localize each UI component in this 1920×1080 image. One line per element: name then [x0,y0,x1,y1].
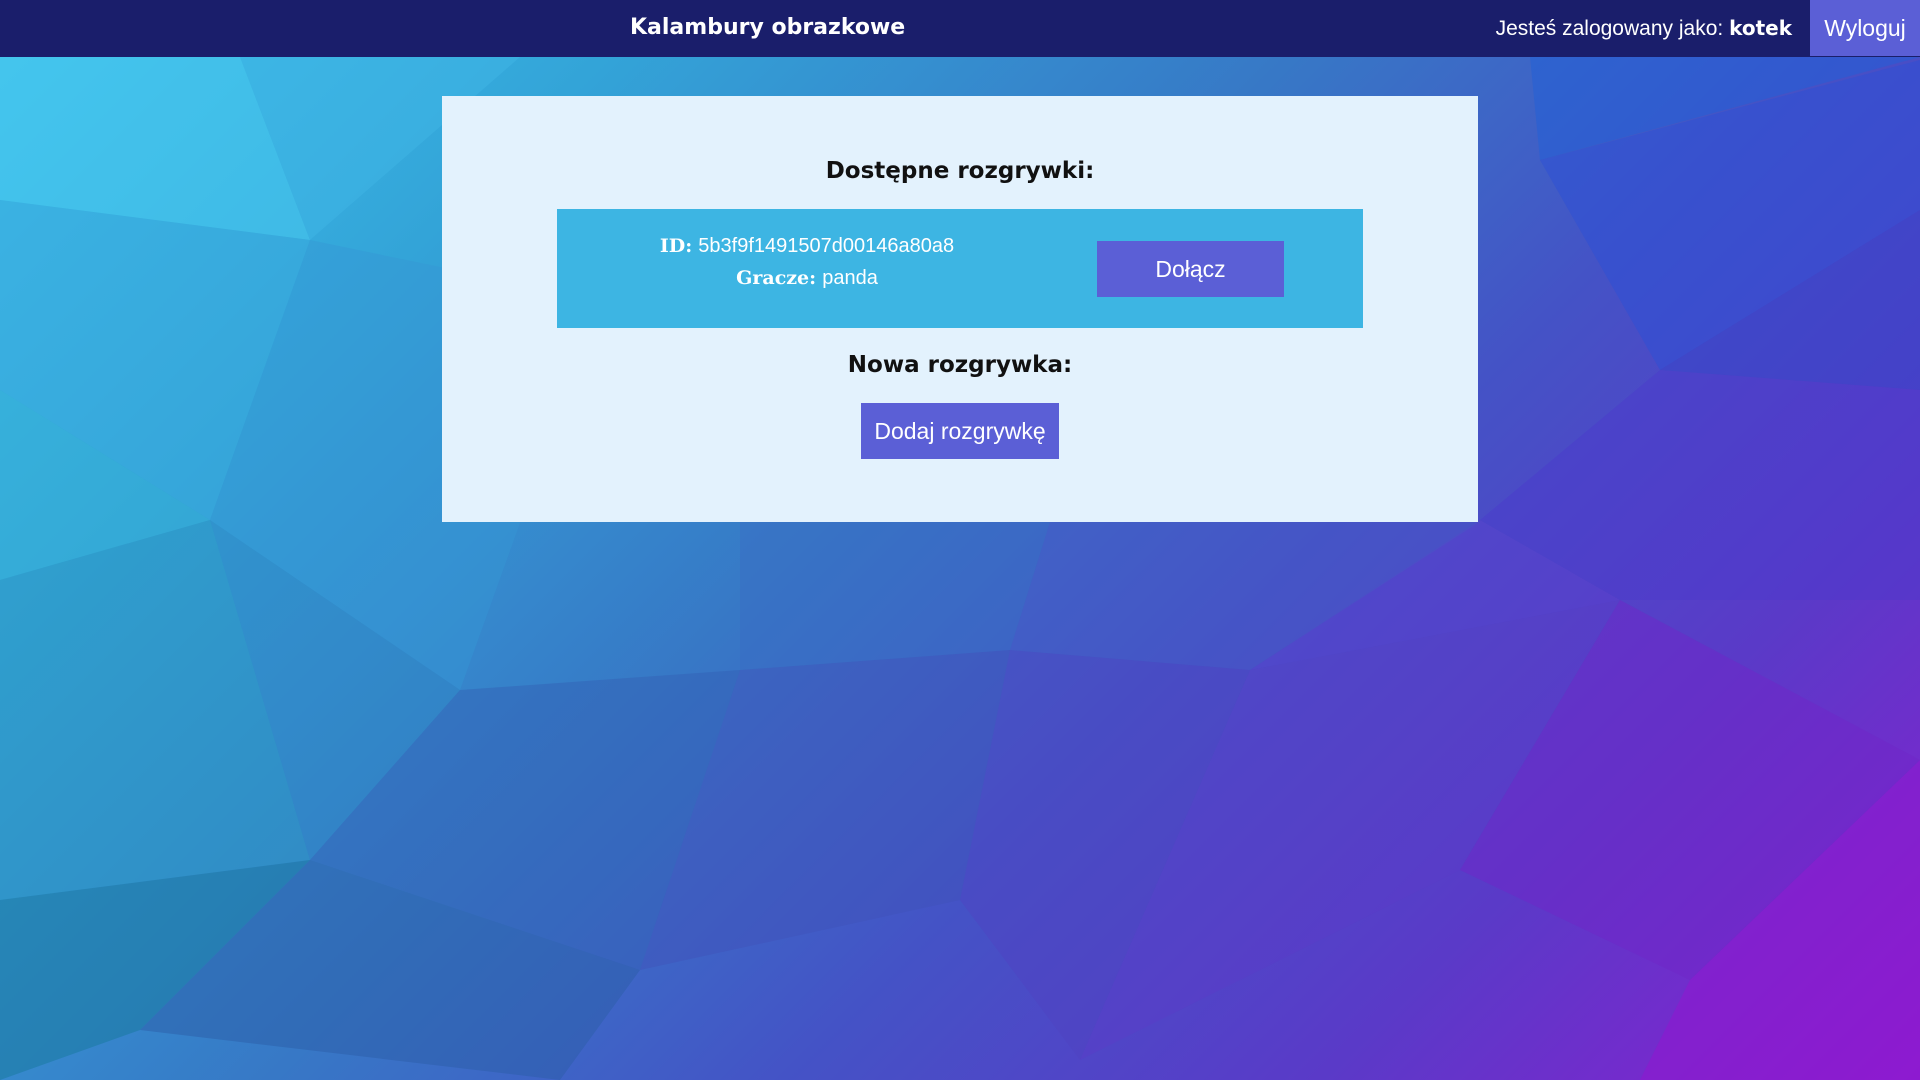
username: kotek [1729,16,1792,40]
game-id-value: 5b3f9f1491507d00146a80a8 [698,235,955,257]
game-players-row: Gracze: panda [557,262,1057,294]
available-games-title: Dostępne rozgrywki: [825,158,1095,184]
game-players-label: Gracze: [736,267,817,289]
game-id-label: ID: [659,235,693,257]
logged-in-label: Jesteś zalogowany jako: [1495,17,1724,40]
top-navbar: Kalambury obrazkowe Jesteś zalogowany ja… [0,0,1920,57]
new-game-title: Nowa rozgrywka: [847,352,1073,378]
app-title: Kalambury obrazkowe [630,15,906,40]
logout-button[interactable]: Wyloguj [1810,0,1920,56]
join-game-button[interactable]: Dołącz [1097,241,1284,297]
game-id-row: ID: 5b3f9f1491507d00146a80a8 [557,230,1057,262]
game-card: ID: 5b3f9f1491507d00146a80a8 Gracze: pan… [557,209,1363,328]
logged-in-user-info: Jesteś zalogowany jako: kotek [1496,14,1792,43]
games-panel: Dostępne rozgrywki: ID: 5b3f9f1491507d00… [442,96,1478,522]
game-info: ID: 5b3f9f1491507d00146a80a8 Gracze: pan… [557,230,1057,294]
add-game-button[interactable]: Dodaj rozgrywkę [861,403,1059,459]
game-players-value: panda [822,267,878,289]
